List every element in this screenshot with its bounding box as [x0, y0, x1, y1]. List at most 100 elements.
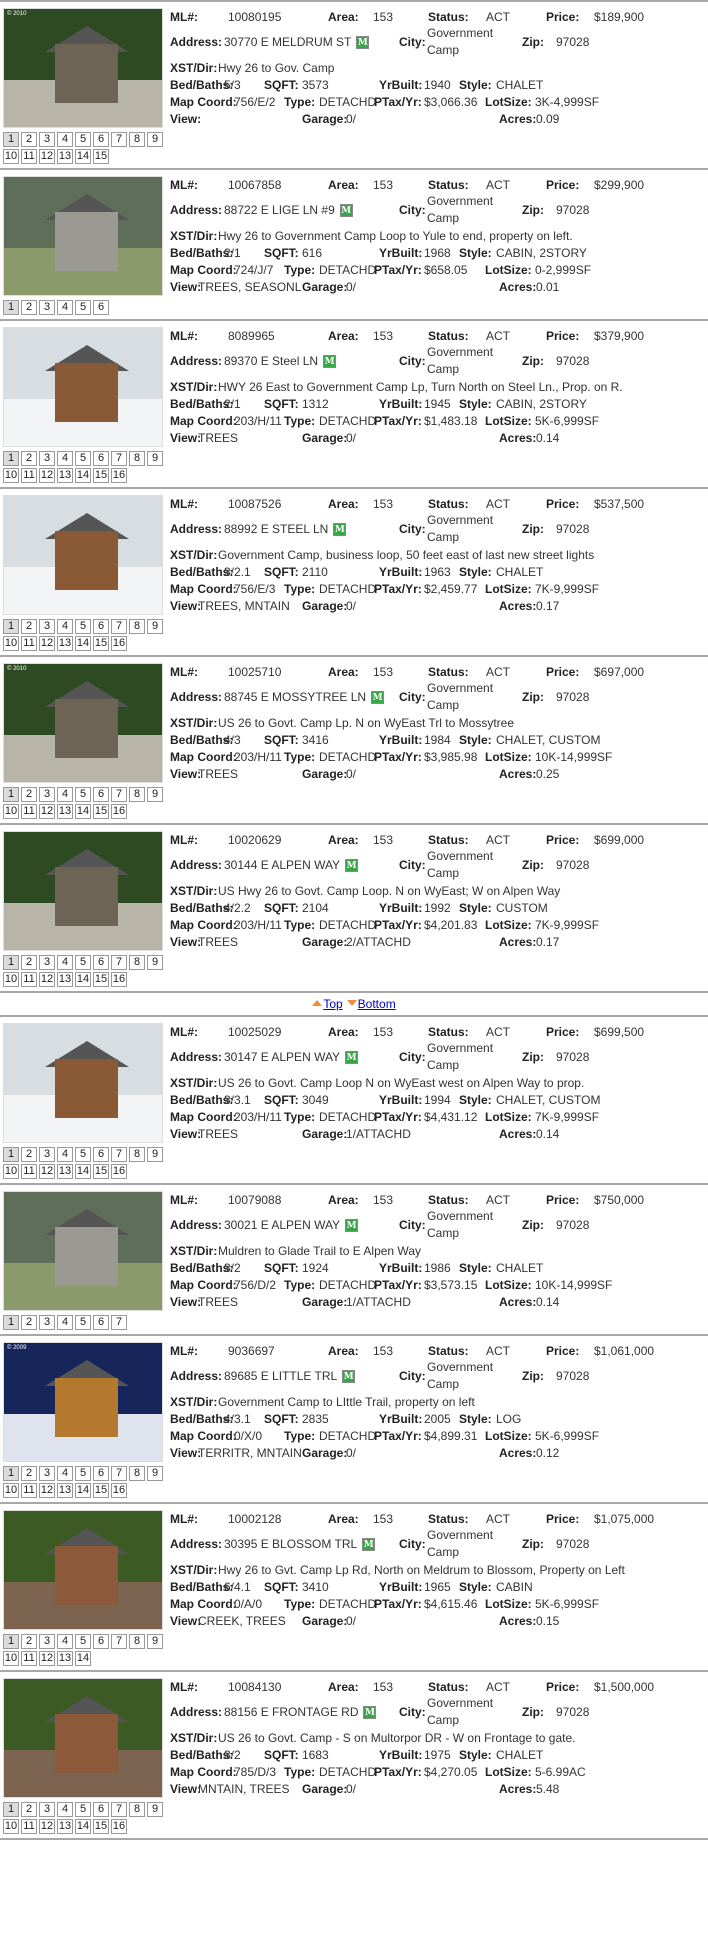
photo-page-button[interactable]: 9	[147, 1147, 163, 1162]
photo-page-button[interactable]: 7	[111, 1315, 127, 1330]
photo-page-button[interactable]: 7	[111, 1802, 127, 1817]
photo-page-button[interactable]: 6	[93, 1802, 109, 1817]
photo-page-button[interactable]: 1	[3, 451, 19, 466]
photo-page-button[interactable]: 8	[129, 619, 145, 634]
photo-page-button[interactable]: 5	[75, 619, 91, 634]
photo-page-button[interactable]: 7	[111, 1466, 127, 1481]
photo-page-button[interactable]: 4	[57, 1802, 73, 1817]
photo-page-button[interactable]: 15	[93, 149, 109, 164]
photo-page-button[interactable]: 6	[93, 955, 109, 970]
photo-page-button[interactable]: 8	[129, 451, 145, 466]
photo-page-button[interactable]: 6	[93, 1634, 109, 1649]
photo-page-button[interactable]: 5	[75, 1802, 91, 1817]
photo-page-button[interactable]: 15	[93, 636, 109, 651]
property-photo[interactable]	[3, 1510, 163, 1630]
photo-page-button[interactable]: 6	[93, 132, 109, 147]
photo-page-button[interactable]: 15	[93, 1819, 109, 1834]
photo-page-button[interactable]: 8	[129, 1634, 145, 1649]
photo-page-button[interactable]: 13	[57, 636, 73, 651]
photo-page-button[interactable]: 5	[75, 955, 91, 970]
photo-page-button[interactable]: 2	[21, 1634, 37, 1649]
map-badge-icon[interactable]: M	[371, 690, 385, 704]
photo-page-button[interactable]: 2	[21, 955, 37, 970]
photo-page-button[interactable]: 11	[21, 468, 37, 483]
photo-page-button[interactable]: 9	[147, 955, 163, 970]
photo-page-button[interactable]: 13	[57, 149, 73, 164]
photo-page-button[interactable]: 7	[111, 132, 127, 147]
photo-page-button[interactable]: 4	[57, 787, 73, 802]
photo-page-button[interactable]: 9	[147, 1802, 163, 1817]
photo-page-button[interactable]: 12	[39, 1164, 55, 1179]
photo-page-button[interactable]: 7	[111, 1634, 127, 1649]
property-photo[interactable]: © 2010	[3, 8, 163, 128]
photo-page-button[interactable]: 7	[111, 619, 127, 634]
photo-page-button[interactable]: 11	[21, 149, 37, 164]
photo-page-button[interactable]: 2	[21, 1315, 37, 1330]
photo-page-button[interactable]: 2	[21, 300, 37, 315]
photo-page-button[interactable]: 10	[3, 1651, 19, 1666]
photo-page-button[interactable]: 11	[21, 1164, 37, 1179]
photo-page-button[interactable]: 15	[93, 972, 109, 987]
photo-page-button[interactable]: 13	[57, 804, 73, 819]
photo-page-button[interactable]: 14	[75, 804, 91, 819]
photo-page-button[interactable]: 3	[39, 955, 55, 970]
photo-page-button[interactable]: 9	[147, 1466, 163, 1481]
property-photo[interactable]: © 2010	[3, 663, 163, 783]
photo-page-button[interactable]: 4	[57, 132, 73, 147]
photo-page-button[interactable]: 5	[75, 1315, 91, 1330]
photo-page-button[interactable]: 9	[147, 619, 163, 634]
photo-page-button[interactable]: 12	[39, 1483, 55, 1498]
map-badge-icon[interactable]: M	[345, 858, 359, 872]
photo-page-button[interactable]: 1	[3, 619, 19, 634]
photo-page-button[interactable]: 15	[93, 468, 109, 483]
photo-page-button[interactable]: 15	[93, 804, 109, 819]
photo-page-button[interactable]: 7	[111, 451, 127, 466]
map-badge-icon[interactable]: M	[333, 522, 347, 536]
photo-page-button[interactable]: 14	[75, 1651, 91, 1666]
photo-page-button[interactable]: 4	[57, 300, 73, 315]
photo-page-button[interactable]: 3	[39, 300, 55, 315]
photo-page-button[interactable]: 8	[129, 132, 145, 147]
photo-page-button[interactable]: 9	[147, 451, 163, 466]
photo-page-button[interactable]: 16	[111, 1483, 127, 1498]
photo-page-button[interactable]: 5	[75, 1147, 91, 1162]
property-photo[interactable]	[3, 495, 163, 615]
photo-page-button[interactable]: 10	[3, 1483, 19, 1498]
photo-page-button[interactable]: 12	[39, 1819, 55, 1834]
photo-page-button[interactable]: 10	[3, 1819, 19, 1834]
photo-page-button[interactable]: 16	[111, 468, 127, 483]
photo-page-button[interactable]: 10	[3, 149, 19, 164]
photo-page-button[interactable]: 16	[111, 1164, 127, 1179]
map-badge-icon[interactable]: M	[345, 1050, 359, 1064]
photo-page-button[interactable]: 5	[75, 787, 91, 802]
photo-page-button[interactable]: 7	[111, 955, 127, 970]
photo-page-button[interactable]: 5	[75, 300, 91, 315]
map-badge-icon[interactable]: M	[323, 354, 337, 368]
photo-page-button[interactable]: 2	[21, 787, 37, 802]
property-photo[interactable]	[3, 1678, 163, 1798]
photo-page-button[interactable]: 14	[75, 1164, 91, 1179]
photo-page-button[interactable]: 6	[93, 1147, 109, 1162]
photo-page-button[interactable]: 1	[3, 1315, 19, 1330]
photo-page-button[interactable]: 5	[75, 451, 91, 466]
photo-page-button[interactable]: 10	[3, 468, 19, 483]
photo-page-button[interactable]: 3	[39, 132, 55, 147]
photo-page-button[interactable]: 6	[93, 787, 109, 802]
photo-page-button[interactable]: 14	[75, 149, 91, 164]
photo-page-button[interactable]: 5	[75, 1634, 91, 1649]
map-badge-icon[interactable]: M	[345, 1218, 359, 1232]
photo-page-button[interactable]: 9	[147, 787, 163, 802]
photo-page-button[interactable]: 11	[21, 804, 37, 819]
photo-page-button[interactable]: 11	[21, 1483, 37, 1498]
property-photo[interactable]: © 2009	[3, 1342, 163, 1462]
photo-page-button[interactable]: 6	[93, 1315, 109, 1330]
photo-page-button[interactable]: 9	[147, 1634, 163, 1649]
photo-page-button[interactable]: 3	[39, 1802, 55, 1817]
photo-page-button[interactable]: 15	[93, 1164, 109, 1179]
photo-page-button[interactable]: 14	[75, 636, 91, 651]
photo-page-button[interactable]: 16	[111, 636, 127, 651]
photo-page-button[interactable]: 2	[21, 619, 37, 634]
map-badge-icon[interactable]: M	[362, 1537, 376, 1551]
map-badge-icon[interactable]: M	[356, 35, 370, 49]
photo-page-button[interactable]: 3	[39, 787, 55, 802]
